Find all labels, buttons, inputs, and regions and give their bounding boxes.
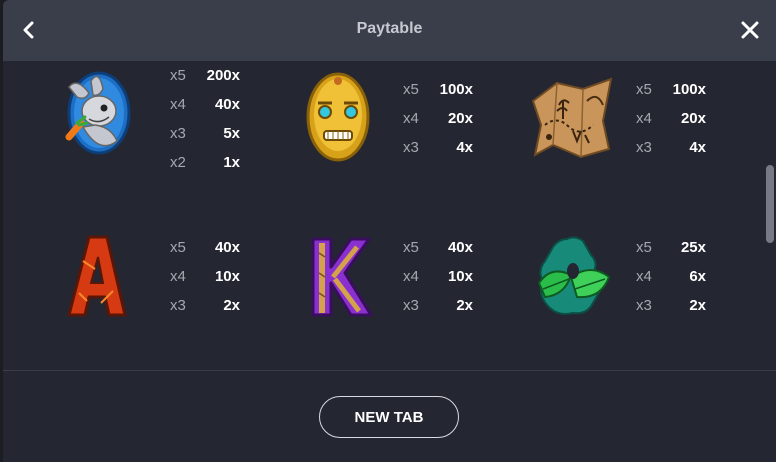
- payout-row: x4 10x: [403, 268, 483, 297]
- payout-value: 10x: [447, 268, 473, 285]
- payout-row: x4 40x: [170, 96, 250, 125]
- new-tab-button[interactable]: NEW TAB: [319, 396, 459, 438]
- payout-count: x3: [170, 297, 186, 314]
- letter-k-icon: [311, 237, 373, 317]
- leaf-payouts: x5 25x x4 6x x3 2x: [636, 239, 716, 326]
- payout-value: 2x: [456, 297, 473, 314]
- payout-value: 20x: [680, 110, 706, 127]
- payout-row: x5 100x: [636, 81, 716, 110]
- letter-a-payouts: x5 40x x4 10x x3 2x: [170, 239, 250, 326]
- payout-value: 2x: [223, 297, 240, 314]
- payout-count: x3: [636, 139, 652, 156]
- payout-row: x5 40x: [170, 239, 250, 268]
- header: Paytable: [3, 0, 776, 61]
- payout-value: 200x: [206, 67, 240, 84]
- payout-count: x5: [170, 67, 186, 84]
- payout-count: x2: [170, 154, 186, 171]
- payout-count: x5: [636, 239, 652, 256]
- payout-row: x2 1x: [170, 154, 250, 183]
- payout-count: x5: [170, 239, 186, 256]
- paytable-modal: Paytable x5 200x x4 40x x3 5x x2 1x x5 1…: [3, 0, 776, 462]
- divider: [3, 370, 776, 371]
- scrollbar-thumb[interactable]: [766, 165, 774, 243]
- rabbit-payouts: x5 200x x4 40x x3 5x x2 1x: [170, 67, 250, 183]
- mask-payouts: x5 100x x4 20x x3 4x: [403, 81, 483, 168]
- payout-value: 4x: [689, 139, 706, 156]
- mask-symbol: [298, 67, 378, 162]
- payout-value: 25x: [680, 239, 706, 256]
- payout-row: x4 6x: [636, 268, 716, 297]
- payout-value: 4x: [456, 139, 473, 156]
- payout-count: x4: [636, 110, 652, 127]
- payout-count: x4: [170, 96, 186, 113]
- payout-value: 40x: [214, 239, 240, 256]
- golden-mask-icon: [306, 72, 370, 162]
- payout-count: x3: [636, 297, 652, 314]
- payout-count: x3: [403, 139, 419, 156]
- payout-value: 1x: [223, 154, 240, 171]
- leaf-symbol: [531, 233, 611, 315]
- close-icon: [741, 21, 759, 39]
- payout-count: x4: [403, 110, 419, 127]
- payout-value: 2x: [689, 297, 706, 314]
- rabbit-icon: [65, 71, 131, 155]
- payout-value: 100x: [672, 81, 706, 98]
- payout-value: 6x: [689, 268, 706, 285]
- payout-row: x3 4x: [403, 139, 483, 168]
- payout-value: 40x: [447, 239, 473, 256]
- payout-row: x4 10x: [170, 268, 250, 297]
- letter-k-payouts: x5 40x x4 10x x3 2x: [403, 239, 483, 326]
- payout-count: x5: [403, 81, 419, 98]
- map-payouts: x5 100x x4 20x x3 4x: [636, 81, 716, 168]
- payout-row: x3 2x: [403, 297, 483, 326]
- close-button[interactable]: [736, 16, 764, 44]
- payout-count: x3: [170, 125, 186, 142]
- payout-count: x3: [403, 297, 419, 314]
- payout-row: x3 2x: [170, 297, 250, 326]
- letter-a-icon: [67, 235, 127, 317]
- payout-row: x3 5x: [170, 125, 250, 154]
- paytable-content: x5 200x x4 40x x3 5x x2 1x x5 100x x4 20x x3 4x: [3, 61, 776, 370]
- letter-k-symbol: [305, 233, 385, 317]
- treasure-map-icon: [531, 77, 613, 159]
- payout-row: x3 2x: [636, 297, 716, 326]
- payout-count: x5: [636, 81, 652, 98]
- payout-row: x5 100x: [403, 81, 483, 110]
- payout-count: x4: [403, 268, 419, 285]
- jungle-leaf-icon: [537, 236, 611, 315]
- payout-count: x4: [170, 268, 186, 285]
- payout-row: x5 40x: [403, 239, 483, 268]
- payout-count: x5: [403, 239, 419, 256]
- letter-a-symbol: [61, 231, 141, 317]
- payout-value: 40x: [214, 96, 240, 113]
- payout-row: x4 20x: [636, 110, 716, 139]
- payout-value: 10x: [214, 268, 240, 285]
- rabbit-symbol: [55, 67, 135, 155]
- payout-row: x5 25x: [636, 239, 716, 268]
- payout-value: 100x: [439, 81, 473, 98]
- page-title: Paytable: [356, 20, 423, 37]
- payout-row: x4 20x: [403, 110, 483, 139]
- payout-row: x5 200x: [170, 67, 250, 96]
- payout-row: x3 4x: [636, 139, 716, 168]
- payout-value: 5x: [223, 125, 240, 142]
- map-symbol: [527, 71, 613, 159]
- payout-value: 20x: [447, 110, 473, 127]
- payout-count: x4: [636, 268, 652, 285]
